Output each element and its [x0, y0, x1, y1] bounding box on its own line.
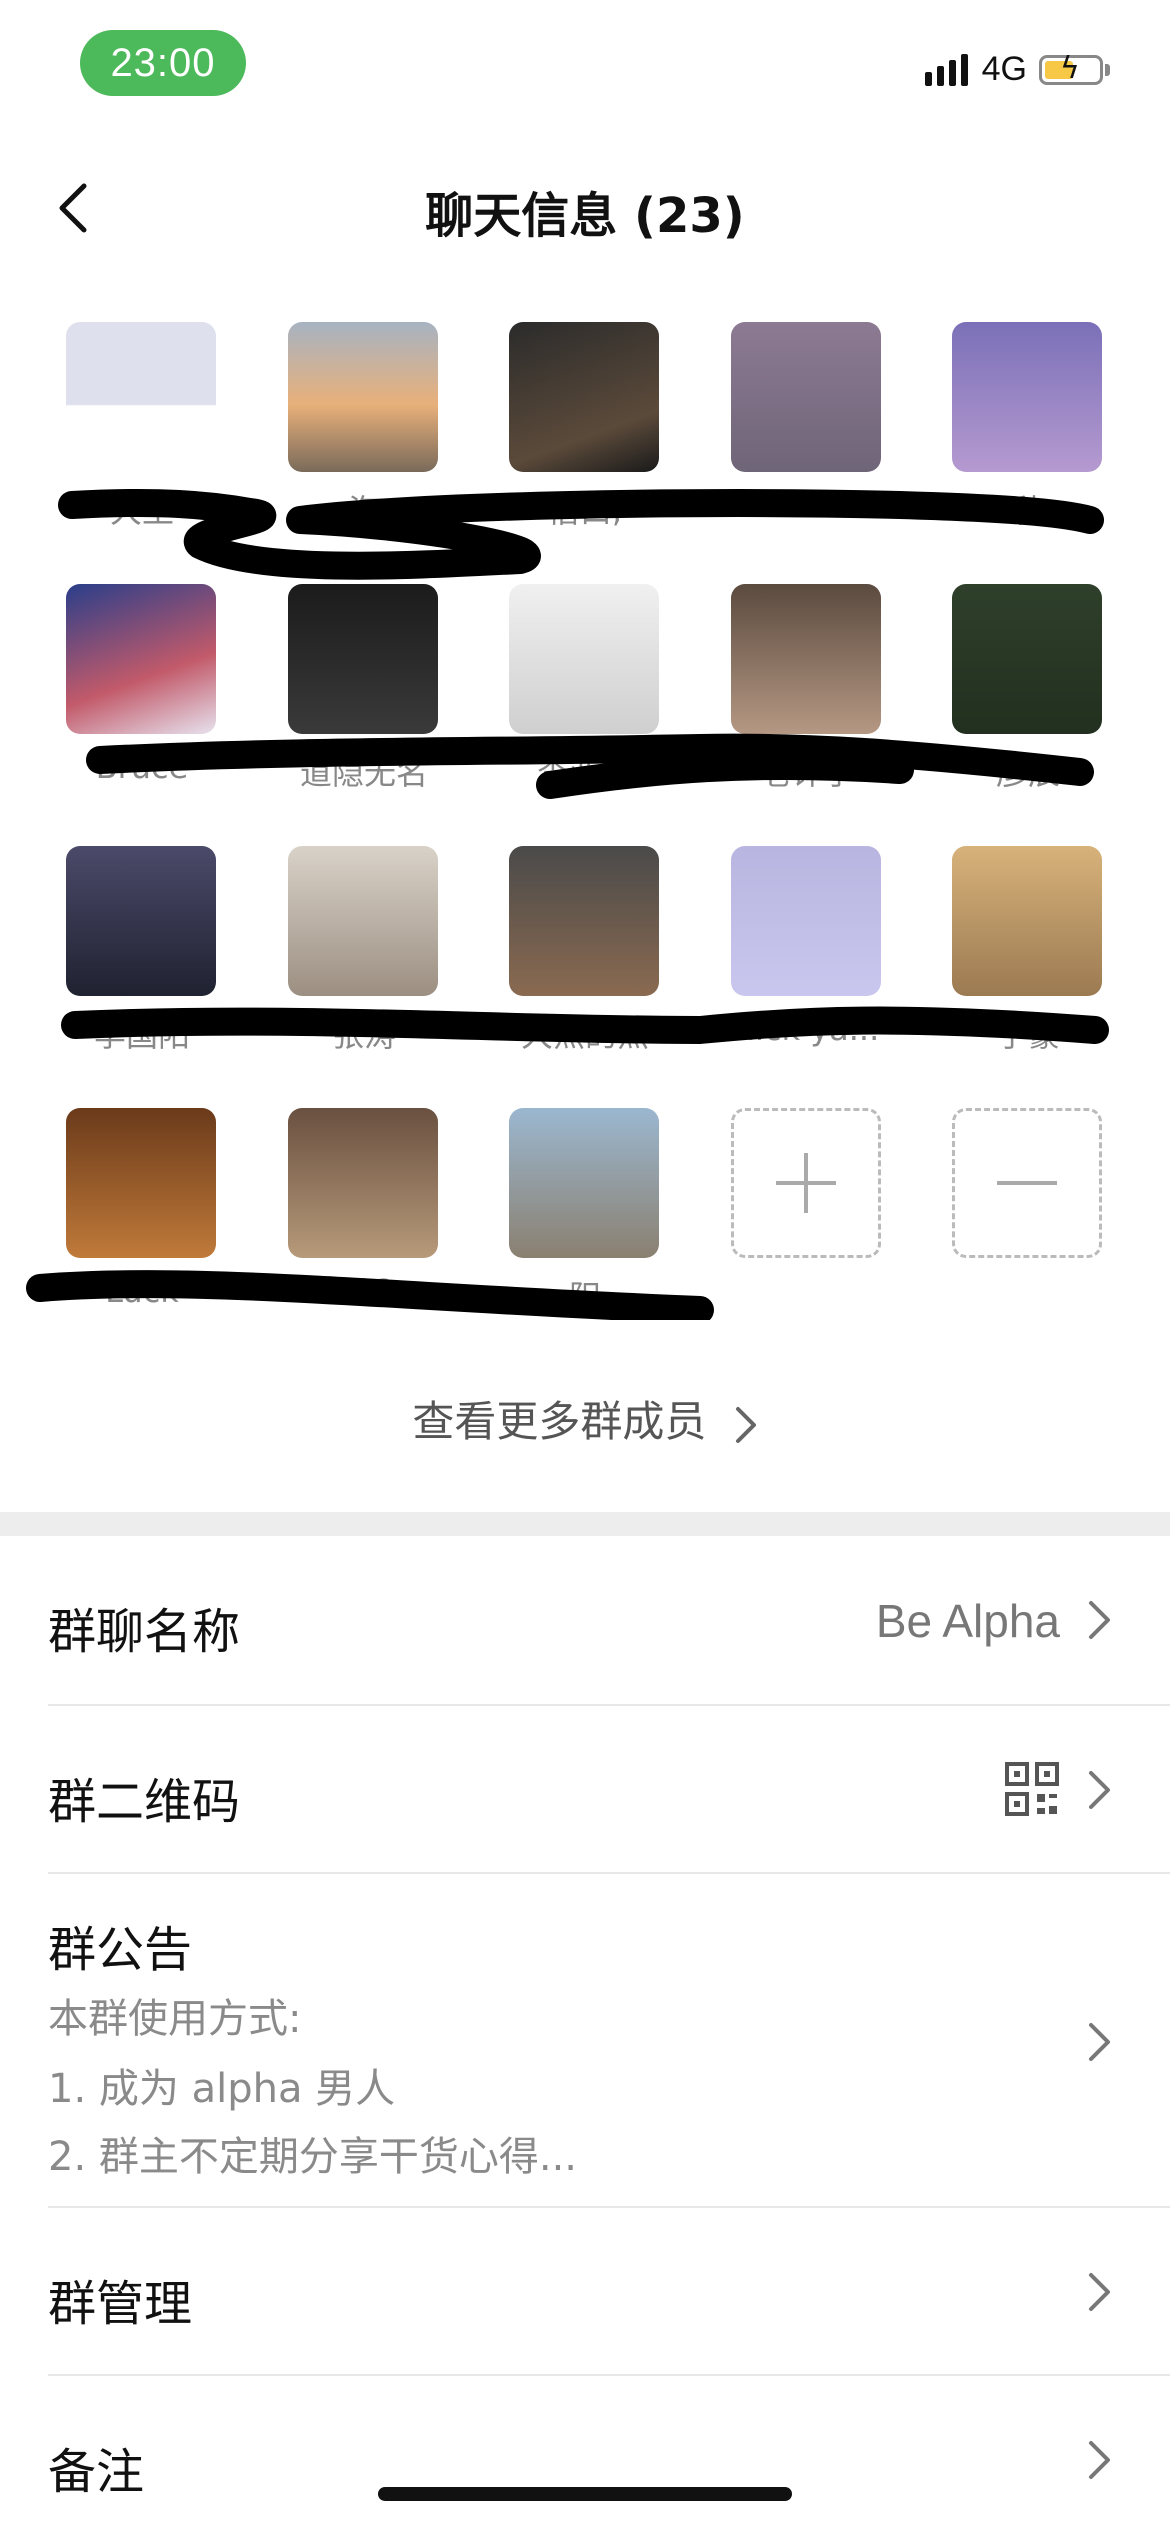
member-name: 李亚威 — [536, 754, 633, 792]
member-name: 老许子 — [758, 754, 855, 792]
network-type: 4G — [981, 50, 1027, 88]
member-name: dou — [776, 486, 838, 524]
group-manage-row[interactable]: 群管理 — [48, 2208, 1170, 2376]
status-indicators: 4G ϟ — [924, 50, 1110, 89]
member-item[interactable]: Luck — [66, 1108, 218, 1310]
member-name: 子豪 — [995, 1016, 1060, 1054]
member-avatar — [731, 584, 881, 734]
member-name: 道隐无名 — [299, 754, 428, 792]
member-item[interactable]: 秋 — [952, 322, 1104, 532]
member-name: 大杰的杰 — [520, 1016, 649, 1054]
group-qrcode-row[interactable]: 群二维码 — [48, 1706, 1170, 1874]
member-avatar — [952, 322, 1102, 472]
plus-icon — [776, 1153, 836, 1213]
announcement-line: 本群使用方式: — [48, 1996, 302, 2042]
remark-label: 备注 — [48, 2444, 145, 2500]
member-item[interactable]: 借口, — [509, 322, 661, 532]
status-time: 23:00 — [80, 30, 246, 96]
member-item[interactable]: 李国阳 — [66, 846, 218, 1056]
group-name-label: 群聊名称 — [48, 1604, 241, 1660]
member-avatar — [509, 1108, 659, 1258]
member-item[interactable]: 道隐无名 — [288, 584, 440, 794]
view-more-members-link[interactable]: 查看更多群成员 — [0, 1388, 1170, 1449]
signal-icon — [924, 53, 968, 86]
home-indicator — [378, 2487, 792, 2501]
member-name: Luck — [105, 1272, 179, 1310]
group-name-row[interactable]: 群聊名称 Be Alpha — [48, 1536, 1170, 1706]
member-avatar — [509, 322, 659, 472]
member-item[interactable]: 张涛 — [288, 846, 440, 1056]
member-avatar — [288, 322, 438, 472]
group-manage-label: 群管理 — [48, 2276, 193, 2332]
member-avatar — [509, 846, 659, 996]
member-avatar — [288, 584, 438, 734]
member-avatar — [66, 846, 216, 996]
member-name: 张涛 — [331, 1016, 396, 1054]
member-avatar — [66, 584, 216, 734]
chevron-right-icon — [1089, 1771, 1110, 1809]
qr-code-icon — [1005, 1762, 1059, 1816]
announcement-line: 1. 成为 alpha 男人 — [48, 2066, 396, 2112]
section-separator — [0, 1512, 1170, 1536]
group-qrcode-label: 群二维码 — [48, 1774, 241, 1830]
add-member-button[interactable] — [731, 1108, 881, 1258]
member-avatar — [952, 846, 1102, 996]
member-avatar — [288, 1108, 438, 1258]
member-avatar — [731, 322, 881, 472]
member-avatar — [509, 584, 659, 734]
view-more-members-label: 查看更多群成员 — [412, 1397, 707, 1446]
member-name: 彦辰 — [995, 754, 1060, 792]
member-name: nick ya... — [734, 1010, 880, 1048]
member-avatar — [66, 322, 216, 472]
announcement-label: 群公告 — [48, 1922, 193, 1978]
member-item[interactable]: nick ya... — [731, 846, 883, 1048]
member-item[interactable]: Bruce — [66, 584, 218, 786]
minus-icon — [997, 1181, 1057, 1185]
member-item[interactable]: 123 — [288, 1108, 440, 1310]
remove-member-button[interactable] — [952, 1108, 1102, 1258]
member-name: 海 — [347, 492, 380, 530]
group-name-value: Be Alpha — [875, 1595, 1060, 1647]
member-item[interactable]: 阳 — [509, 1108, 661, 1318]
member-item[interactable]: 海 — [288, 322, 440, 532]
chevron-right-icon — [1089, 2023, 1110, 2061]
member-item[interactable]: 老许子 — [731, 584, 883, 794]
chevron-right-icon — [1089, 2441, 1110, 2479]
member-item[interactable]: 子豪 — [952, 846, 1104, 1056]
member-avatar — [731, 846, 881, 996]
member-item[interactable]: 大杰的杰 — [509, 846, 661, 1056]
page-title: 聊天信息 (23) — [425, 188, 745, 244]
chevron-right-icon — [1089, 1601, 1110, 1639]
member-name: 大王 — [109, 492, 174, 530]
member-item[interactable]: 彦辰 — [952, 584, 1104, 794]
member-item[interactable]: dou — [731, 322, 883, 524]
member-name: 123 — [333, 1272, 395, 1310]
chevron-right-icon — [735, 1406, 756, 1443]
remark-row[interactable]: 备注 — [48, 2376, 1170, 2532]
member-name: 李国阳 — [93, 1016, 190, 1054]
member-name: Bruce — [95, 748, 189, 786]
member-avatar — [952, 584, 1102, 734]
member-item[interactable]: 大王 — [66, 322, 218, 532]
battery-icon: ϟ — [1039, 53, 1103, 85]
member-avatar — [66, 1108, 216, 1258]
member-name: 秋 — [1011, 492, 1044, 530]
chevron-right-icon — [1089, 2273, 1110, 2311]
member-item[interactable]: 李亚威 — [509, 584, 661, 794]
member-name: 借口, — [547, 492, 623, 530]
member-name: 阳 — [568, 1278, 601, 1316]
member-avatar — [288, 846, 438, 996]
group-announcement-row[interactable]: 群公告 本群使用方式: 1. 成为 alpha 男人 2. 群主不定期分享干货心… — [48, 1874, 1170, 2208]
announcement-line: 2. 群主不定期分享干货心得... — [48, 2134, 578, 2180]
